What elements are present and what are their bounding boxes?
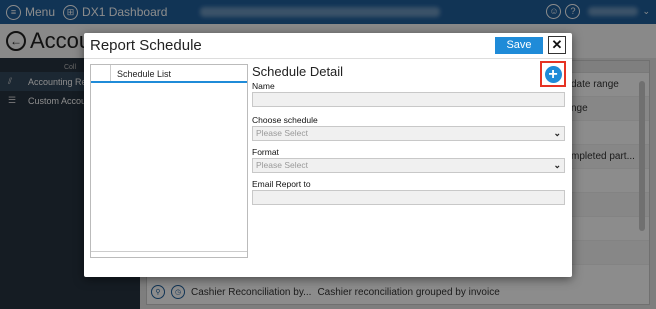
- format-value: Please Select: [256, 160, 308, 170]
- chevron-down-icon: ⌄: [553, 128, 561, 138]
- divider: [84, 58, 572, 59]
- save-button[interactable]: Save: [495, 37, 543, 54]
- schedule-detail-title: Schedule Detail: [252, 64, 344, 79]
- report-schedule-dialog: Report Schedule Save ✕ Schedule List Sch…: [84, 33, 572, 277]
- format-select[interactable]: Please Select ⌄: [252, 158, 565, 173]
- name-field[interactable]: [252, 92, 565, 107]
- choose-schedule-select[interactable]: Please Select ⌄: [252, 126, 565, 141]
- select-all-checkbox[interactable]: [91, 65, 111, 81]
- schedule-list-header-label: Schedule List: [117, 69, 172, 79]
- plus-icon: +: [544, 65, 562, 83]
- choose-schedule-value: Please Select: [256, 128, 308, 138]
- dialog-title: Report Schedule: [90, 37, 202, 54]
- schedule-list-header: Schedule List: [91, 65, 247, 83]
- chevron-down-icon: ⌄: [553, 160, 561, 170]
- email-field[interactable]: [252, 190, 565, 205]
- schedule-list-footer: [91, 251, 247, 257]
- schedule-list: Schedule List: [90, 64, 248, 258]
- email-label: Email Report to: [252, 179, 311, 189]
- format-label: Format: [252, 147, 279, 157]
- name-label: Name: [252, 81, 275, 91]
- schedule-detail: Schedule Detail + Name Choose schedule P…: [252, 61, 566, 205]
- choose-schedule-label: Choose schedule: [252, 115, 318, 125]
- close-icon[interactable]: ✕: [548, 36, 566, 54]
- add-schedule-button[interactable]: +: [540, 61, 566, 87]
